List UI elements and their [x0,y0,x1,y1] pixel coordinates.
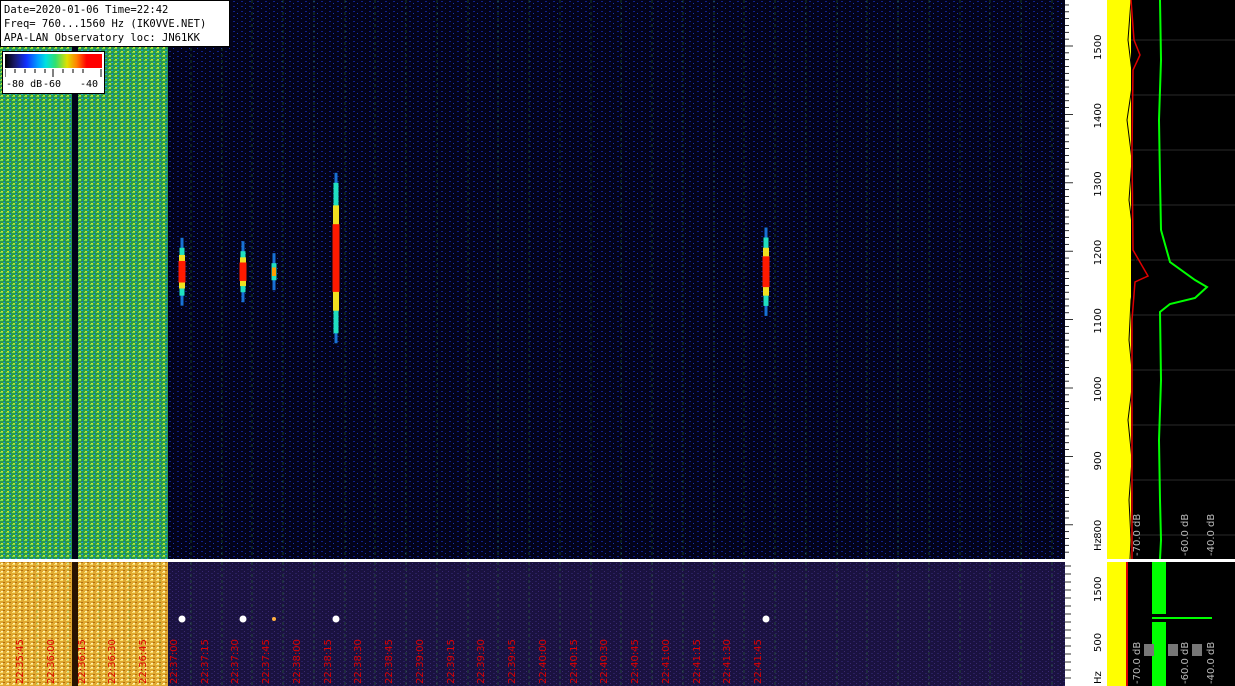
lower-detection-dot [239,615,247,623]
frequency-tick-label: 1000 [1093,377,1104,402]
spectrogram-display: 150014001300120011001000900800Hz -70.0 d… [0,0,1235,686]
time-label: 22:36:15 [77,639,88,684]
frequency-tick-label: 1400 [1093,103,1104,128]
frequency-tick-label: 1100 [1093,308,1104,333]
color-scale-ticks [5,69,102,77]
lower-detection-dot [332,615,340,623]
frequency-axis-panel [1065,0,1107,559]
time-label: 22:40:15 [569,639,580,684]
time-label: 22:40:00 [538,639,549,684]
time-label: 22:37:15 [200,639,211,684]
time-label: 22:38:15 [323,639,334,684]
lower-spectrum-grey-block-1 [1144,644,1154,656]
waterfall-noise-block [0,44,168,559]
lower-frequency-unit-label: Hz [1093,671,1104,684]
observation-info: Date=2020-01-06 Time=22:42 Freq= 760...1… [0,0,230,47]
lower-spectrum-green-a [1152,562,1166,614]
lower-spectrum-average-fill [1107,562,1127,686]
frequency-tick-label: 800 [1093,520,1104,539]
meteor-echo-core [178,260,186,283]
time-label: 22:37:45 [261,639,272,684]
time-label: 22:35:45 [15,639,26,684]
lower-spectrum-db-label: -60.0 dB [1180,642,1191,684]
time-label: 22:36:45 [138,639,149,684]
time-label: 22:41:15 [692,639,703,684]
time-label: 22:40:30 [599,639,610,684]
lower-spectrum-db-label: -70.0 dB [1132,642,1143,684]
time-label: 22:36:00 [46,639,57,684]
frequency-unit-label: Hz [1093,538,1104,551]
time-label: 22:41:00 [661,639,672,684]
observatory-line: APA-LAN Observatory loc: JN61KK [4,32,200,44]
meteor-echo-core [332,224,340,292]
lower-spectrum-grey-block-2 [1168,644,1178,656]
lower-detection-dot [178,615,186,623]
panel-separator [0,559,1235,562]
frequency-tick-label: 900 [1093,451,1104,470]
meteor-echo-core [762,256,770,288]
meteor-echo [332,172,340,344]
time-label: 22:37:00 [169,639,180,684]
color-scale-max-label: -40 [80,79,99,90]
time-label: 22:39:15 [446,639,457,684]
time-label: 22:39:30 [476,639,487,684]
spectrum-db-label: -40.0 dB [1206,514,1217,556]
time-label: 22:41:45 [753,639,764,684]
frequency-range-line: Freq= 760...1560 Hz (IK0VVE.NET) [4,18,207,30]
lower-spectrum-db-label: -40.0 dB [1206,642,1217,684]
spectrum-db-label: -60.0 dB [1180,514,1191,556]
time-label: 22:41:30 [722,639,733,684]
time-label: 22:40:45 [630,639,641,684]
color-scale-mid-label: -60 [43,79,62,90]
lower-spectrum-grey-block-3 [1192,644,1202,656]
frequency-tick-label: 1300 [1093,171,1104,196]
lower-spectrum-green-b [1152,622,1166,686]
color-scale-legend: -80 dB -60 -40 [2,51,105,94]
time-label: 22:36:30 [107,639,118,684]
lower-detection-dot [762,615,770,623]
color-scale-min-label: -80 dB [6,79,43,90]
meteor-echo-core [239,262,247,281]
spectrum-average-fill [1107,0,1131,559]
spectrum-db-label: -70.0 dB [1132,514,1143,556]
color-scale-bar [5,54,102,68]
meteor-echo-core [272,267,276,276]
waterfall-dark-gap [72,44,78,559]
time-label: 22:39:00 [415,639,426,684]
date-time-line: Date=2020-01-06 Time=22:42 [4,4,169,16]
meteor-echo [178,237,186,306]
time-label: 22:39:45 [507,639,518,684]
time-label: 22:38:30 [353,639,364,684]
lower-detection-dot [272,617,276,621]
time-label: 22:37:30 [230,639,241,684]
frequency-tick-label: 1500 [1093,35,1104,60]
lower-frequency-tick-label: 500 [1093,633,1104,652]
time-label: 22:38:45 [384,639,395,684]
meteor-echo [762,227,770,316]
time-label: 22:38:00 [292,639,303,684]
lower-frequency-tick-label: 1500 [1093,577,1104,602]
frequency-tick-label: 1200 [1093,240,1104,265]
